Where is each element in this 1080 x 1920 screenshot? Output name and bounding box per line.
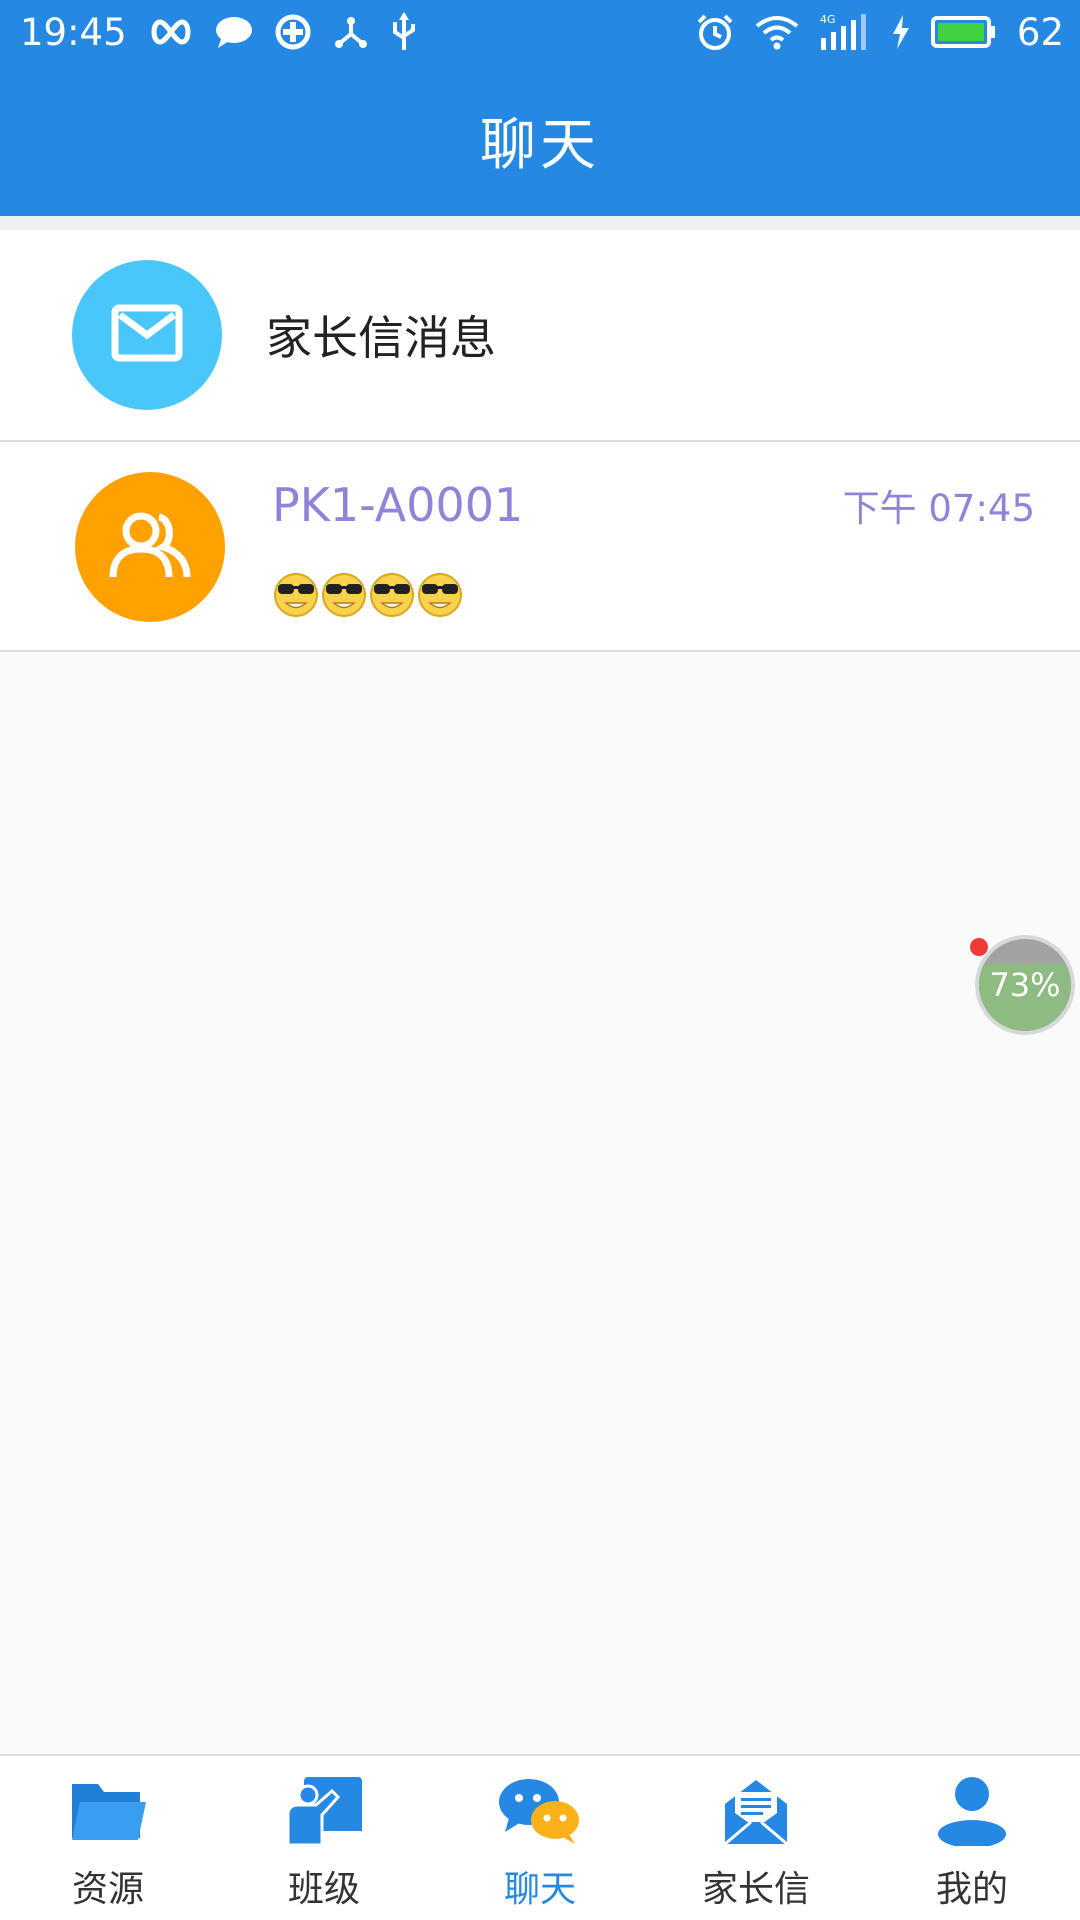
person-icon [927,1772,1017,1850]
battery-icon [930,14,997,50]
floating-memory-widget[interactable]: 73% [975,935,1075,1035]
conversation-row[interactable]: PK1-A0001 下午 07:45 [0,442,1080,652]
sunglasses-emoji-icon [274,573,318,617]
notification-dot [970,938,988,956]
chat-list: 家长信消息 PK1-A0001 下午 07:45 [0,230,1080,652]
app-header: 聊天 [0,64,1080,216]
mail-avatar [72,260,222,410]
conversation-time: 下午 07:45 [842,487,1035,530]
parent-letter-messages-label: 家长信消息 [266,311,496,365]
tab-label: 资源 [71,1869,144,1910]
folder-icon [63,1772,153,1850]
alarm-icon [695,12,735,52]
letter-icon [711,1772,801,1850]
signal-4g-icon: 4G [819,12,871,52]
share-nodes-icon [333,14,369,50]
battery-percentage: 62 [1016,10,1064,54]
svg-text:4G: 4G [820,13,836,26]
tab-resources[interactable]: 资源 [0,1756,216,1920]
class-board-icon [279,1772,369,1850]
status-bar: 19:45 4G 62 [0,0,1080,64]
message-icon [215,15,253,49]
usb-icon [391,12,417,52]
status-time: 19:45 [20,10,127,54]
tab-label: 班级 [287,1869,360,1910]
memory-usage-label: 73% [989,966,1061,1004]
tab-parent-letter[interactable]: 家长信 [648,1756,864,1920]
group-icon [107,509,193,585]
header-divider [0,216,1080,230]
chat-icon [495,1772,585,1850]
tab-me[interactable]: 我的 [864,1756,1080,1920]
browser-icon [275,14,311,50]
tab-label: 家长信 [701,1869,810,1910]
bottom-tab-bar: 资源 班级 聊天 家长信 我的 [0,1754,1080,1920]
conversation-name: PK1-A0001 [272,478,524,532]
parent-letter-messages-row[interactable]: 家长信消息 [0,230,1080,442]
group-avatar [75,472,225,622]
conversation-preview [272,570,464,618]
sunglasses-emoji-icon [418,573,462,617]
page-title: 聊天 [480,112,600,178]
tab-label: 聊天 [503,1869,576,1910]
sunglasses-emoji-icon [370,573,414,617]
charging-bolt-icon [891,15,911,49]
infinity-icon [149,17,193,47]
tab-chat[interactable]: 聊天 [432,1756,648,1920]
sunglasses-emoji-icon [322,573,366,617]
wifi-icon [755,14,799,50]
mail-icon [110,303,184,367]
tab-class[interactable]: 班级 [216,1756,432,1920]
tab-label: 我的 [935,1869,1008,1910]
